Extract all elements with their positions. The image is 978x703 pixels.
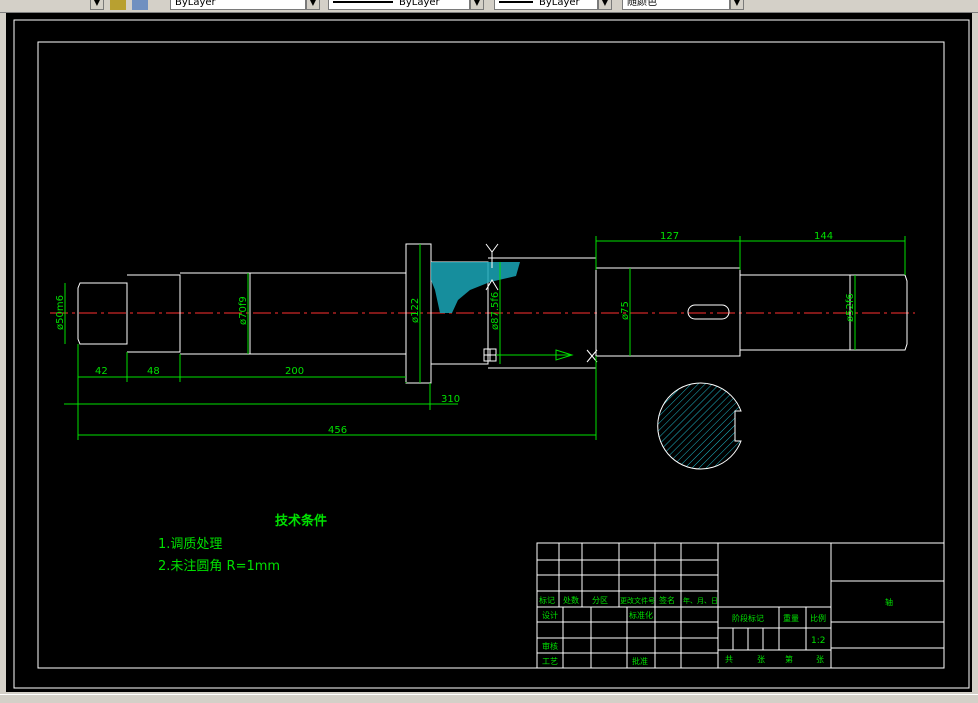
- tb-date: 年、月、日: [683, 596, 718, 605]
- plotstyle-control-combo[interactable]: 随颜色: [622, 0, 730, 10]
- drawing-svg: 127 144 42 48 200 310 456 ø50m6 ø70f9 ø1…: [13, 19, 970, 689]
- dim-d52: ø52f6: [845, 293, 856, 322]
- dim-d70: ø70f9: [238, 296, 249, 325]
- notes-line-2: 2.未注圆角 R=1mm: [158, 559, 280, 574]
- dim-d87: ø87.5f6: [490, 292, 501, 330]
- layer-previous-icon[interactable]: [132, 0, 148, 10]
- notes-line-1: 1.调质处理: [158, 537, 222, 552]
- technical-notes: 技术条件 1.调质处理 2.未注圆角 R=1mm: [158, 513, 327, 574]
- sheet-outer-border: [13, 19, 970, 689]
- plotstyle-dropdown-arrow-icon[interactable]: ▼: [730, 0, 744, 10]
- plotstyle-control-value: 随颜色: [627, 0, 657, 8]
- tb-design: 设计: [542, 610, 558, 620]
- tb-sheets: 张: [757, 655, 765, 664]
- dim-42: 42: [95, 366, 108, 377]
- tb-zone: 分区: [592, 596, 608, 605]
- tb-total: 共: [725, 655, 733, 664]
- dim-48: 48: [147, 366, 160, 377]
- tb-mark: 标记: [539, 595, 555, 605]
- dim-d122: ø122: [410, 298, 421, 323]
- lineweight-control-value: ByLayer: [539, 0, 580, 8]
- tb-sheet: 张: [816, 655, 824, 664]
- tb-count: 处数: [563, 595, 579, 605]
- lineweight-sample: [499, 1, 533, 3]
- tb-part-name: 轴: [885, 597, 893, 607]
- title-block: [536, 542, 945, 669]
- dim-310: 310: [441, 394, 460, 405]
- dropdown-arrow-icon[interactable]: ▼: [90, 0, 104, 10]
- drawing-canvas[interactable]: 127 144 42 48 200 310 456 ø50m6 ø70f9 ø1…: [6, 13, 972, 692]
- tb-sign: 签名: [659, 595, 675, 605]
- layer-states-icon[interactable]: [110, 0, 126, 10]
- dim-144: 144: [814, 231, 833, 242]
- color-control-value: ByLayer: [175, 0, 216, 8]
- dim-200: 200: [285, 366, 304, 377]
- tb-page: 第: [785, 654, 793, 664]
- tb-process: 工艺: [542, 657, 558, 666]
- linetype-sample: [333, 1, 393, 3]
- tb-approve: 批准: [632, 656, 648, 666]
- color-dropdown-arrow-icon[interactable]: ▼: [306, 0, 320, 10]
- tb-stage-mark: 阶段标记: [732, 613, 764, 623]
- flange-section-hatch: [431, 262, 520, 313]
- keyway-section-view: [657, 382, 742, 470]
- linetype-dropdown-arrow-icon[interactable]: ▼: [470, 0, 484, 10]
- dim-d75: ø75: [620, 301, 631, 320]
- tb-weight: 重量: [783, 613, 799, 623]
- linetype-control-combo[interactable]: ByLayer: [328, 0, 470, 10]
- dim-d50: ø50m6: [55, 295, 66, 330]
- tb-doc-no: 更改文件号: [620, 596, 655, 605]
- notes-title: 技术条件: [275, 513, 327, 529]
- lineweight-control-combo[interactable]: ByLayer: [494, 0, 598, 10]
- title-block-texts: 标记 处数 分区 更改文件号 签名 年、月、日 设计 标准化 阶段标记 重量 比…: [539, 595, 893, 666]
- properties-toolbar: ▼ ByLayer ▼ ByLayer ▼ ByLayer ▼ 随颜色 ▼: [0, 0, 978, 13]
- tb-scale: 1:2: [811, 636, 825, 646]
- tb-standard: 标准化: [629, 610, 653, 620]
- dim-127: 127: [660, 231, 679, 242]
- tb-review: 审核: [542, 641, 558, 651]
- tb-scale-label: 比例: [810, 613, 826, 623]
- linetype-control-value: ByLayer: [399, 0, 440, 8]
- color-control-combo[interactable]: ByLayer: [170, 0, 306, 10]
- lineweight-dropdown-arrow-icon[interactable]: ▼: [598, 0, 612, 10]
- dim-456: 456: [328, 425, 347, 436]
